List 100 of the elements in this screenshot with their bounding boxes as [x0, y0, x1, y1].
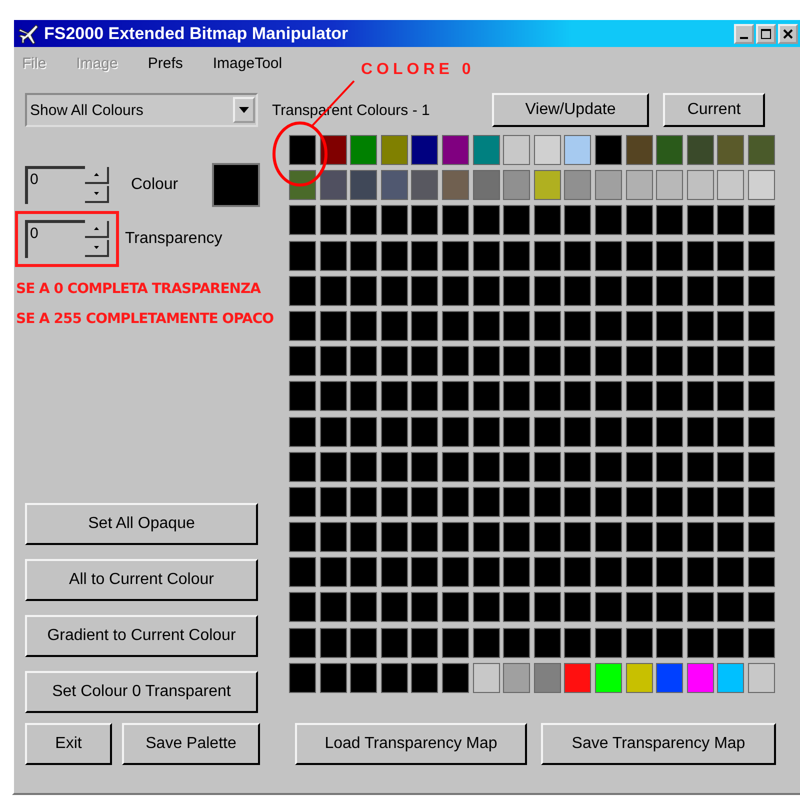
- colour-cell[interactable]: [594, 522, 622, 552]
- colour-cell[interactable]: [656, 486, 684, 517]
- colour-cell[interactable]: [748, 452, 775, 482]
- palette-button[interactable]: View/Update: [492, 93, 649, 127]
- colour-cell[interactable]: [350, 276, 378, 306]
- colour-cell[interactable]: [626, 557, 653, 588]
- colour-cell[interactable]: [380, 381, 408, 412]
- colour-cell[interactable]: [411, 346, 438, 376]
- colour-cell[interactable]: [748, 381, 775, 412]
- colour-cell[interactable]: [534, 170, 561, 200]
- colour-cell[interactable]: [594, 205, 622, 236]
- colour-cell[interactable]: [320, 557, 347, 588]
- colour-cell[interactable]: [564, 486, 592, 517]
- colour-cell[interactable]: [564, 205, 592, 236]
- colour-cell[interactable]: [503, 452, 530, 482]
- colour-cell[interactable]: [564, 557, 592, 588]
- colour-cell[interactable]: [656, 416, 684, 446]
- colour-cell[interactable]: [320, 416, 347, 446]
- colour-cell[interactable]: [350, 522, 378, 552]
- colour-cell[interactable]: [289, 452, 316, 482]
- colour-cell[interactable]: [534, 522, 561, 552]
- colour-cell[interactable]: [320, 170, 347, 200]
- colour-cell[interactable]: [564, 346, 592, 376]
- colour-cell[interactable]: [748, 240, 775, 271]
- colour-cell[interactable]: [686, 381, 714, 412]
- colour-cell[interactable]: [564, 381, 592, 412]
- colour-cell[interactable]: [442, 205, 469, 236]
- colour-cell[interactable]: [472, 486, 500, 517]
- action-button[interactable]: Set All Opaque: [25, 503, 258, 545]
- colour-cell[interactable]: [320, 662, 347, 693]
- colour-cell[interactable]: [350, 346, 378, 376]
- colour-cell[interactable]: [594, 170, 622, 200]
- colour-cell[interactable]: [656, 205, 684, 236]
- colour-cell[interactable]: [594, 381, 622, 412]
- maximize-button[interactable]: [756, 24, 776, 44]
- colour-cell[interactable]: [442, 170, 469, 200]
- colour-cell[interactable]: [748, 662, 775, 693]
- colour-cell[interactable]: [564, 522, 592, 552]
- colour-cell[interactable]: [656, 522, 684, 552]
- colour-cell[interactable]: [686, 240, 714, 271]
- colour-cell[interactable]: [380, 170, 408, 200]
- colour-cell[interactable]: [534, 557, 561, 588]
- colour-cell[interactable]: [442, 557, 469, 588]
- colour-cell[interactable]: [686, 662, 714, 693]
- colour-cell[interactable]: [503, 486, 530, 517]
- colour-cell[interactable]: [472, 205, 500, 236]
- colour-cell[interactable]: [472, 135, 500, 165]
- colour-cell[interactable]: [380, 310, 408, 341]
- colour-cell[interactable]: [534, 205, 561, 236]
- colour-cell[interactable]: [534, 381, 561, 412]
- colour-cell[interactable]: [626, 452, 653, 482]
- colour-cell[interactable]: [564, 276, 592, 306]
- colour-cell[interactable]: [411, 205, 438, 236]
- colour-cell[interactable]: [594, 557, 622, 588]
- colour-cell[interactable]: [626, 662, 653, 693]
- colour-cell[interactable]: [594, 310, 622, 341]
- colour-cell[interactable]: [564, 170, 592, 200]
- colour-cell[interactable]: [626, 240, 653, 271]
- action-button[interactable]: All to Current Colour: [25, 559, 258, 601]
- colour-cell[interactable]: [594, 662, 622, 693]
- colour-cell[interactable]: [626, 170, 653, 200]
- colour-cell[interactable]: [411, 416, 438, 446]
- colour-cell[interactable]: [717, 592, 744, 622]
- colour-cell[interactable]: [748, 557, 775, 588]
- load-map-button[interactable]: Load Transparency Map: [295, 723, 527, 765]
- colour-cell[interactable]: [748, 522, 775, 552]
- colour-cell[interactable]: [656, 662, 684, 693]
- colour-cell[interactable]: [748, 416, 775, 446]
- colour-cell[interactable]: [411, 310, 438, 341]
- colour-cell[interactable]: [564, 628, 592, 658]
- colour-cell[interactable]: [656, 381, 684, 412]
- colour-cell[interactable]: [564, 662, 592, 693]
- colour-cell[interactable]: [289, 276, 316, 306]
- colour-cell[interactable]: [380, 486, 408, 517]
- colour-cell[interactable]: [686, 170, 714, 200]
- colour-cell[interactable]: [289, 662, 316, 693]
- colour-cell[interactable]: [380, 628, 408, 658]
- colour-cell[interactable]: [717, 346, 744, 376]
- colour-cell[interactable]: [472, 522, 500, 552]
- colour-cell[interactable]: [626, 135, 653, 165]
- colour-cell[interactable]: [411, 628, 438, 658]
- colour-cell[interactable]: [380, 276, 408, 306]
- colour-cell[interactable]: [534, 346, 561, 376]
- colour-cell[interactable]: [442, 346, 469, 376]
- colour-cell[interactable]: [748, 205, 775, 236]
- colour-cell[interactable]: [626, 628, 653, 658]
- minimize-button[interactable]: [734, 24, 754, 44]
- colour-cell[interactable]: [748, 170, 775, 200]
- colour-cell[interactable]: [534, 486, 561, 517]
- action-button[interactable]: Set Colour 0 Transparent: [25, 671, 258, 713]
- colour-cell[interactable]: [686, 416, 714, 446]
- colour-cell[interactable]: [503, 205, 530, 236]
- colour-cell[interactable]: [350, 240, 378, 271]
- colour-cell[interactable]: [289, 486, 316, 517]
- colour-cell[interactable]: [717, 276, 744, 306]
- colour-cell[interactable]: [289, 346, 316, 376]
- colour-cell[interactable]: [350, 170, 378, 200]
- colour-cell[interactable]: [564, 240, 592, 271]
- colour-cell[interactable]: [594, 452, 622, 482]
- colour-cell[interactable]: [350, 662, 378, 693]
